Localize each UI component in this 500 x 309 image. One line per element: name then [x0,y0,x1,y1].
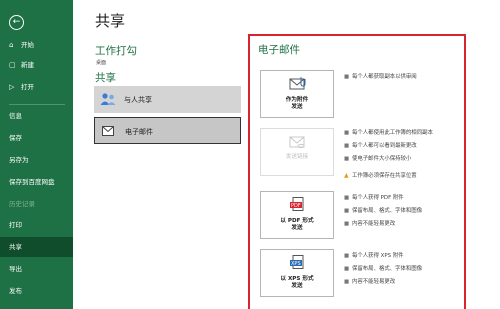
nav-open-label: 打开 [21,83,34,91]
open-folder-icon: ▷ [9,83,15,91]
send-as-attachment-line2: 发送 [291,104,303,110]
xps-icon: XPS [290,255,304,269]
attachment-bullet: ■ 每个人都获取副本以供审阅 [344,74,417,80]
nav-save[interactable]: 保存 [0,128,73,148]
xps-bullet-3: ■ 内容不能轻易更改 [344,279,396,285]
nav-open[interactable]: ▷ 打开 [0,77,73,97]
share-with-people-label: 与人共享 [124,96,152,104]
nav-save-to-baidu[interactable]: 保存到百度网盘 [0,172,73,192]
send-link-button: 发送链接 [260,128,334,176]
nav-export[interactable]: 导出 [0,259,73,279]
link-mail-icon [289,136,305,149]
people-icon [100,93,116,105]
send-as-pdf-line2: 发送 [291,225,303,231]
pdf-icon: PDF [290,197,304,211]
link-bullet-2: ■ 每个人都可以看到最新更改 [344,143,417,149]
backstage-sidebar: ← ⌂ 开始 ▢ 新建 ▷ 打开 信息 保存 另存为 保存到百度网盘 历史记录 打印 … [0,0,73,309]
email-option-label: 电子邮件 [125,128,153,136]
link-bullet-1: ■ 每个人都使用此工作簿的相同副本 [344,130,433,136]
nav-new-label: 新建 [21,61,34,69]
mail-icon [102,126,114,136]
link-warning: ▲ 工作簿必须保存在共享位置 [344,172,417,179]
send-as-pdf-button[interactable]: PDF 以 PDF 形式 发送 [260,191,334,239]
nav-home-label: 开始 [21,41,34,49]
share-with-people-option[interactable]: 与人共享 [94,86,241,113]
xps-bullet-1: ■ 每个人获得 XPS 附件 [344,253,404,259]
send-link-label: 发送链接 [285,154,309,160]
pdf-bullet-2: ■ 保留布局、格式、字体和图像 [344,208,423,214]
svg-text:XPS: XPS [291,261,301,267]
collab-note: 桌面 [96,60,107,66]
nav-print[interactable]: 打印 [0,215,73,235]
nav-new[interactable]: ▢ 新建 [0,55,73,75]
pdf-bullet-3: ■ 内容不能轻易更改 [344,221,396,227]
svg-text:PDF: PDF [291,203,301,209]
link-bullet-3: ■ 使电子邮件大小保持较小 [344,156,412,162]
nav-divider [9,104,65,105]
email-panel-title: 电子邮件 [258,44,300,56]
send-as-attachment-button[interactable]: 作为附件 发送 [260,70,334,118]
share-section-title: 共享 [95,72,116,84]
xps-bullet-2: ■ 保留布局、格式、字体和图像 [344,266,423,272]
attachment-mail-icon [289,77,306,90]
new-document-icon: ▢ [9,61,16,69]
send-as-xps-button[interactable]: XPS 以 XPS 形式 发送 [260,249,334,297]
collab-title: 工作打勾 [95,45,137,57]
nav-save-as[interactable]: 另存为 [0,150,73,170]
nav-share[interactable]: 共享 [0,237,73,257]
back-arrow-icon[interactable]: ← [9,15,24,30]
nav-publish[interactable]: 发布 [0,281,73,301]
nav-history: 历史记录 [9,200,35,208]
nav-info[interactable]: 信息 [0,106,73,126]
home-icon: ⌂ [9,41,14,49]
nav-home[interactable]: ⌂ 开始 [0,35,73,55]
warning-icon: ▲ [344,172,349,179]
send-as-xps-line2: 发送 [291,283,303,289]
pdf-bullet-1: ■ 每个人获得 PDF 附件 [344,195,404,201]
page-title: 共享 [95,12,126,30]
email-option[interactable]: 电子邮件 [94,117,241,144]
